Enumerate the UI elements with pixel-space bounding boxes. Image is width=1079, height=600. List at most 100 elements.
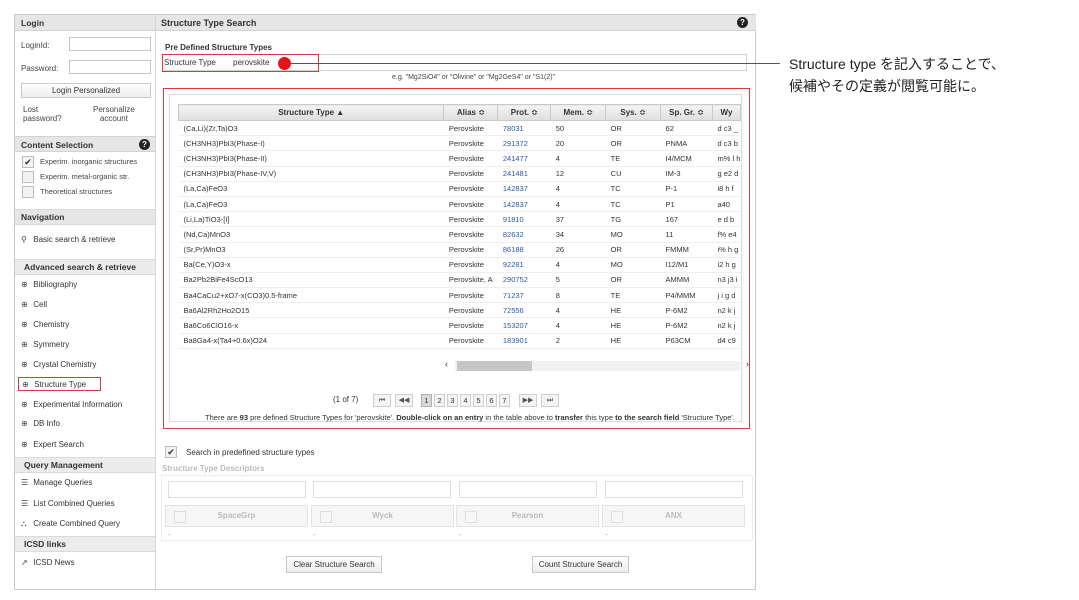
pager-page-5[interactable]: 5 [473,394,484,407]
table-row[interactable]: (Ca,Li)(Zr,Ta)O3 Perovskite 78031 50 OR 62 d c… [178,120,741,137]
col-alias[interactable]: Alias ≎ [443,104,499,121]
nav-basic-search[interactable]: ⚲ Basic search & retrieve [21,233,153,247]
table-row[interactable]: (Nd,Ca)MnO3 Perovskite 82632 34 MO 11 f% e4 [178,226,741,243]
table-row[interactable]: (CH3NH3)PbI3(Phase-IV,V) Perovskite 241481… [178,166,741,182]
nav-chemistry[interactable]: ⊕ Chemistry [21,318,153,332]
cell-prot[interactable]: 241481 [497,166,551,182]
checkbox-icon[interactable] [174,511,186,523]
nav-manage-queries[interactable]: ☰ Manage Queries [21,476,153,490]
note-text: 'Structure Type'. [679,413,735,422]
table-row[interactable]: (Li,La)TiO3-[I] Perovskite 91810 37 TG 167 e d… [178,211,741,228]
anx-input[interactable] [605,481,743,498]
pager-page-6[interactable]: 6 [486,394,497,407]
loginid-input[interactable] [69,37,151,51]
nav-create-combined-query[interactable]: ⛬ Create Combined Query [21,517,153,531]
annotation-line-2: 候補やその定義が閲覧可能に。 [789,78,985,94]
pager-prev-button[interactable]: ◀◀ [395,394,413,407]
help-icon[interactable]: ? [737,17,748,28]
checkbox-icon[interactable] [465,511,477,523]
cell-prot[interactable]: 142837 [497,181,551,197]
anx-column[interactable]: ANX [602,505,745,527]
nav-label: Cell [33,300,48,309]
nav-structure-type[interactable]: ⊕ Structure Type [18,377,101,391]
pager-page-7[interactable]: 7 [499,394,510,407]
checkbox-checked-icon[interactable]: ✔ [22,156,34,168]
cell-prot[interactable]: 78031 [497,120,551,137]
cell-prot[interactable]: 71237 [497,287,551,304]
cell-sys: MO [605,226,661,243]
pearson-column[interactable]: Pearson [456,505,599,527]
cell-prot[interactable]: 92281 [497,257,551,273]
cell-prot[interactable]: 72556 [497,302,551,319]
table-row[interactable]: (CH3NH3)PbI3(Phase-II) Perovskite 241477 4 T… [178,150,741,167]
col-mem[interactable]: Mem. ≎ [550,104,607,121]
scroll-thumb[interactable] [457,361,532,371]
col-structure-type[interactable]: Structure Type ▲ [177,104,445,121]
nav-label: Expert Search [33,440,84,449]
content-inorganic[interactable]: ✔ Experim. inorganic structures [22,155,154,169]
pager-last-button[interactable]: ⏭ [541,394,559,407]
cell-prot[interactable]: 290752 [497,272,551,289]
pager-first-button[interactable]: ⏮ [373,394,391,407]
wyck-column[interactable]: Wyck [311,505,454,527]
nav-bibliography[interactable]: ⊕ Bibliography [21,278,153,292]
table-row[interactable]: Ba2Pb2BiFe4ScO13 Perovskite, A 290752 5 OR AM… [178,272,741,289]
count-structure-search-button[interactable]: Count Structure Search [532,556,629,573]
cell-prot[interactable]: 183901 [497,333,551,349]
cell-prot[interactable]: 91810 [497,211,551,228]
descriptor-label: Pearson [511,511,544,520]
horizontal-scrollbar[interactable]: ‹ › [445,359,749,372]
cell-prot[interactable]: 153207 [497,317,551,334]
checkbox-icon[interactable] [22,186,34,198]
cell-prot[interactable]: 86188 [497,242,551,258]
table-row[interactable]: (La,Ca)FeO3 Perovskite 142837 4 TC P-1 i8 h f [178,181,741,197]
cell-prot[interactable]: 82632 [497,226,551,243]
col-sp-gr[interactable]: Sp. Gr. ≎ [660,104,713,121]
cell-prot[interactable]: 291372 [497,135,551,152]
pearson-input[interactable] [459,481,597,498]
table-row[interactable]: Ba(Ce,Y)O3-x Perovskite 92281 4 MO I12/M1 i2 h… [178,257,741,273]
col-prot[interactable]: Prot. ≎ [497,104,552,121]
lost-password-link[interactable]: Lost password? [23,105,62,123]
content-theoretical[interactable]: Theoretical structures [22,185,154,199]
nav-db-info[interactable]: ⊕ DB Info [21,417,153,431]
table-row[interactable]: Ba6Al2Rh2Ho2O15 Perovskite 72556 4 HE P-6M2 n2… [178,302,741,319]
nav-expert-search[interactable]: ⊕ Expert Search [21,438,153,452]
nav-crystal-chemistry[interactable]: ⊕ Crystal Chemistry [21,358,153,372]
scroll-right-icon[interactable]: › [746,359,749,369]
password-input[interactable] [69,60,151,74]
col-wyck[interactable]: Wy [711,104,742,121]
login-personalized-button[interactable]: Login Personalized [21,83,151,98]
nav-cell[interactable]: ⊕ Cell [21,298,153,312]
nav-icsd-news[interactable]: ↗ ICSD News [21,556,153,570]
table-row[interactable]: Ba6Co6ClO16-x Perovskite 153207 4 HE P-6M2 n2 … [178,317,741,334]
wyck-input[interactable] [313,481,451,498]
search-predefined-checkbox[interactable]: ✔ [165,446,177,458]
scroll-left-icon[interactable]: ‹ [445,359,448,369]
pager-next-button[interactable]: ▶▶ [519,394,537,407]
pager-page-3[interactable]: 3 [447,394,458,407]
content-metal-organic[interactable]: Experim. metal-organic str. [22,170,154,184]
nav-symmetry[interactable]: ⊕ Symmetry [21,338,153,352]
nav-list-combined-queries[interactable]: ☰ List Combined Queries [21,497,153,511]
cell-prot[interactable]: 142837 [497,196,551,213]
checkbox-icon[interactable] [22,171,34,183]
pager-page-1[interactable]: 1 [421,394,432,407]
pager-page-2[interactable]: 2 [434,394,445,407]
pager-page-4[interactable]: 4 [460,394,471,407]
spacegrp-input[interactable] [168,481,306,498]
table-row[interactable]: (Sr,Pr)MnO3 Perovskite 86188 26 OR FMMM i% h g [178,242,741,258]
checkbox-icon[interactable] [320,511,332,523]
personalize-account-link[interactable]: Personalize account [93,105,135,123]
spacegrp-column[interactable]: SpaceGrp [165,505,308,527]
help-icon[interactable]: ? [139,139,150,150]
table-row[interactable]: (La,Ca)FeO3 Perovskite 142837 4 TC P1 a40 [178,196,741,213]
clear-structure-search-button[interactable]: Clear Structure Search [286,556,382,573]
table-row[interactable]: (CH3NH3)PbI3(Phase-I) Perovskite 291372 20 O… [178,135,741,152]
col-sys[interactable]: Sys. ≎ [605,104,662,121]
table-row[interactable]: Ba8Ga4-x(Ta4+0.6x)O24 Perovskite 183901 2 HE… [178,333,741,349]
cell-prot[interactable]: 241477 [497,150,551,167]
nav-experimental-information[interactable]: ⊕ Experimental Information [21,398,153,412]
checkbox-icon[interactable] [611,511,623,523]
table-row[interactable]: Ba4CaCu2+xO7-x(CO3)0.5-frame Perovskite 71… [178,287,741,304]
